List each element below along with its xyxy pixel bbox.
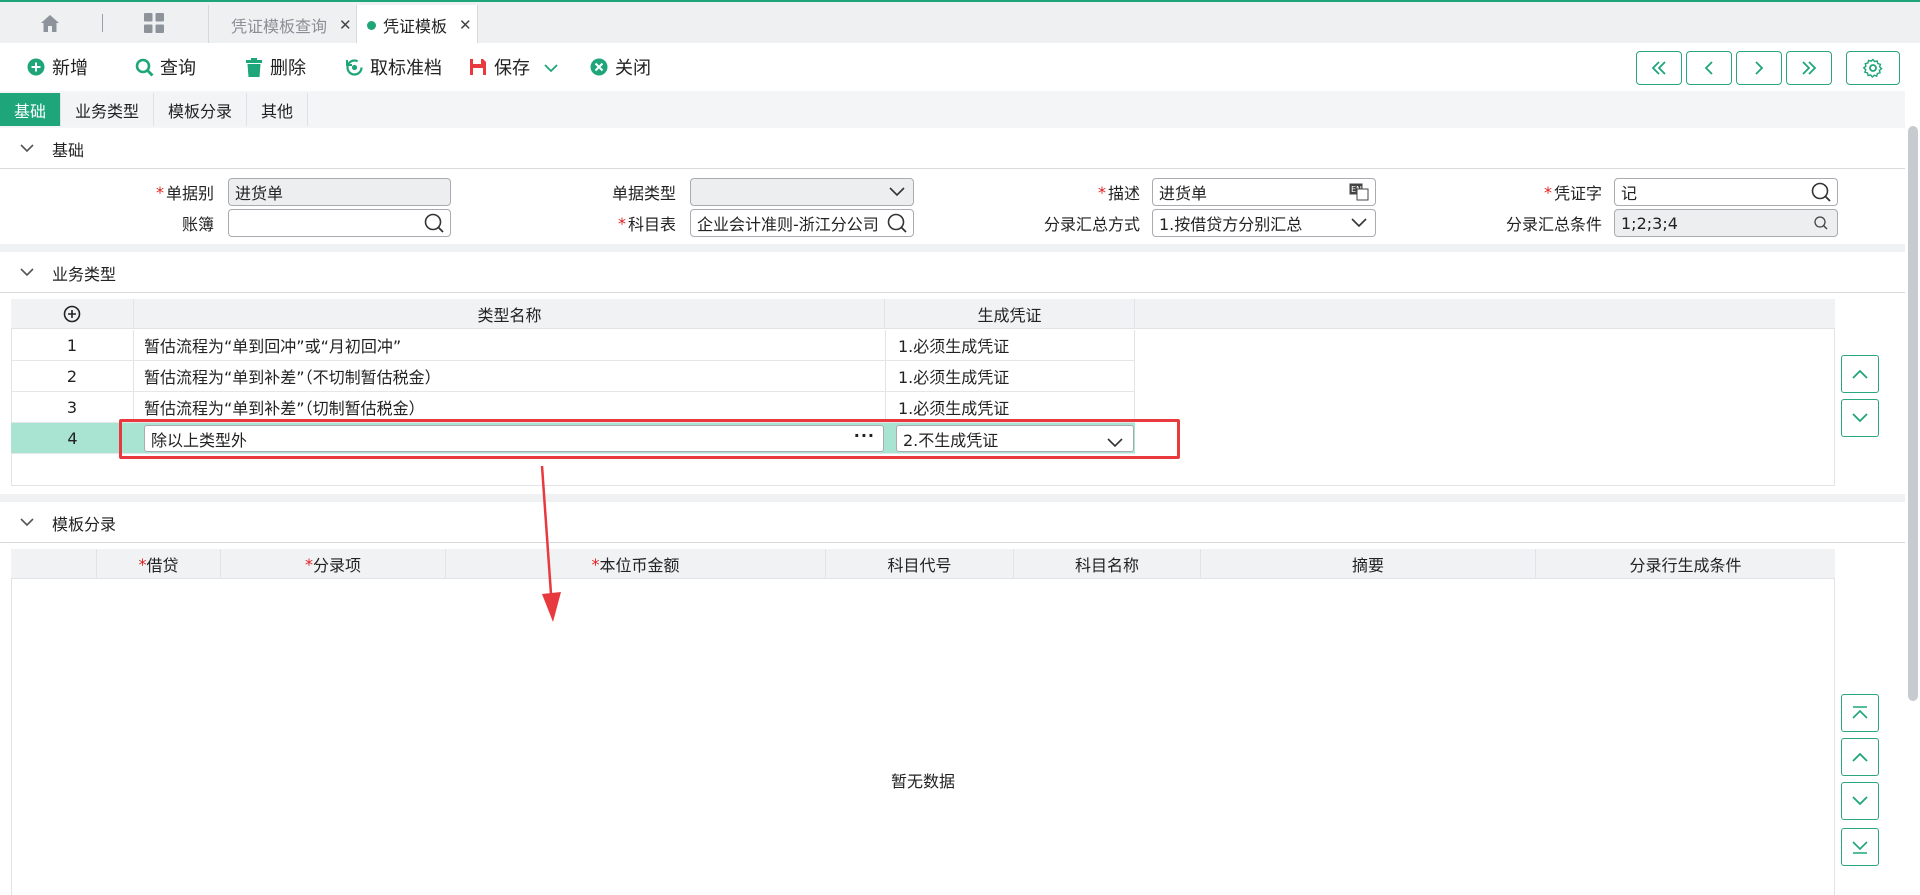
- annotation-arrow-icon: [540, 465, 561, 622]
